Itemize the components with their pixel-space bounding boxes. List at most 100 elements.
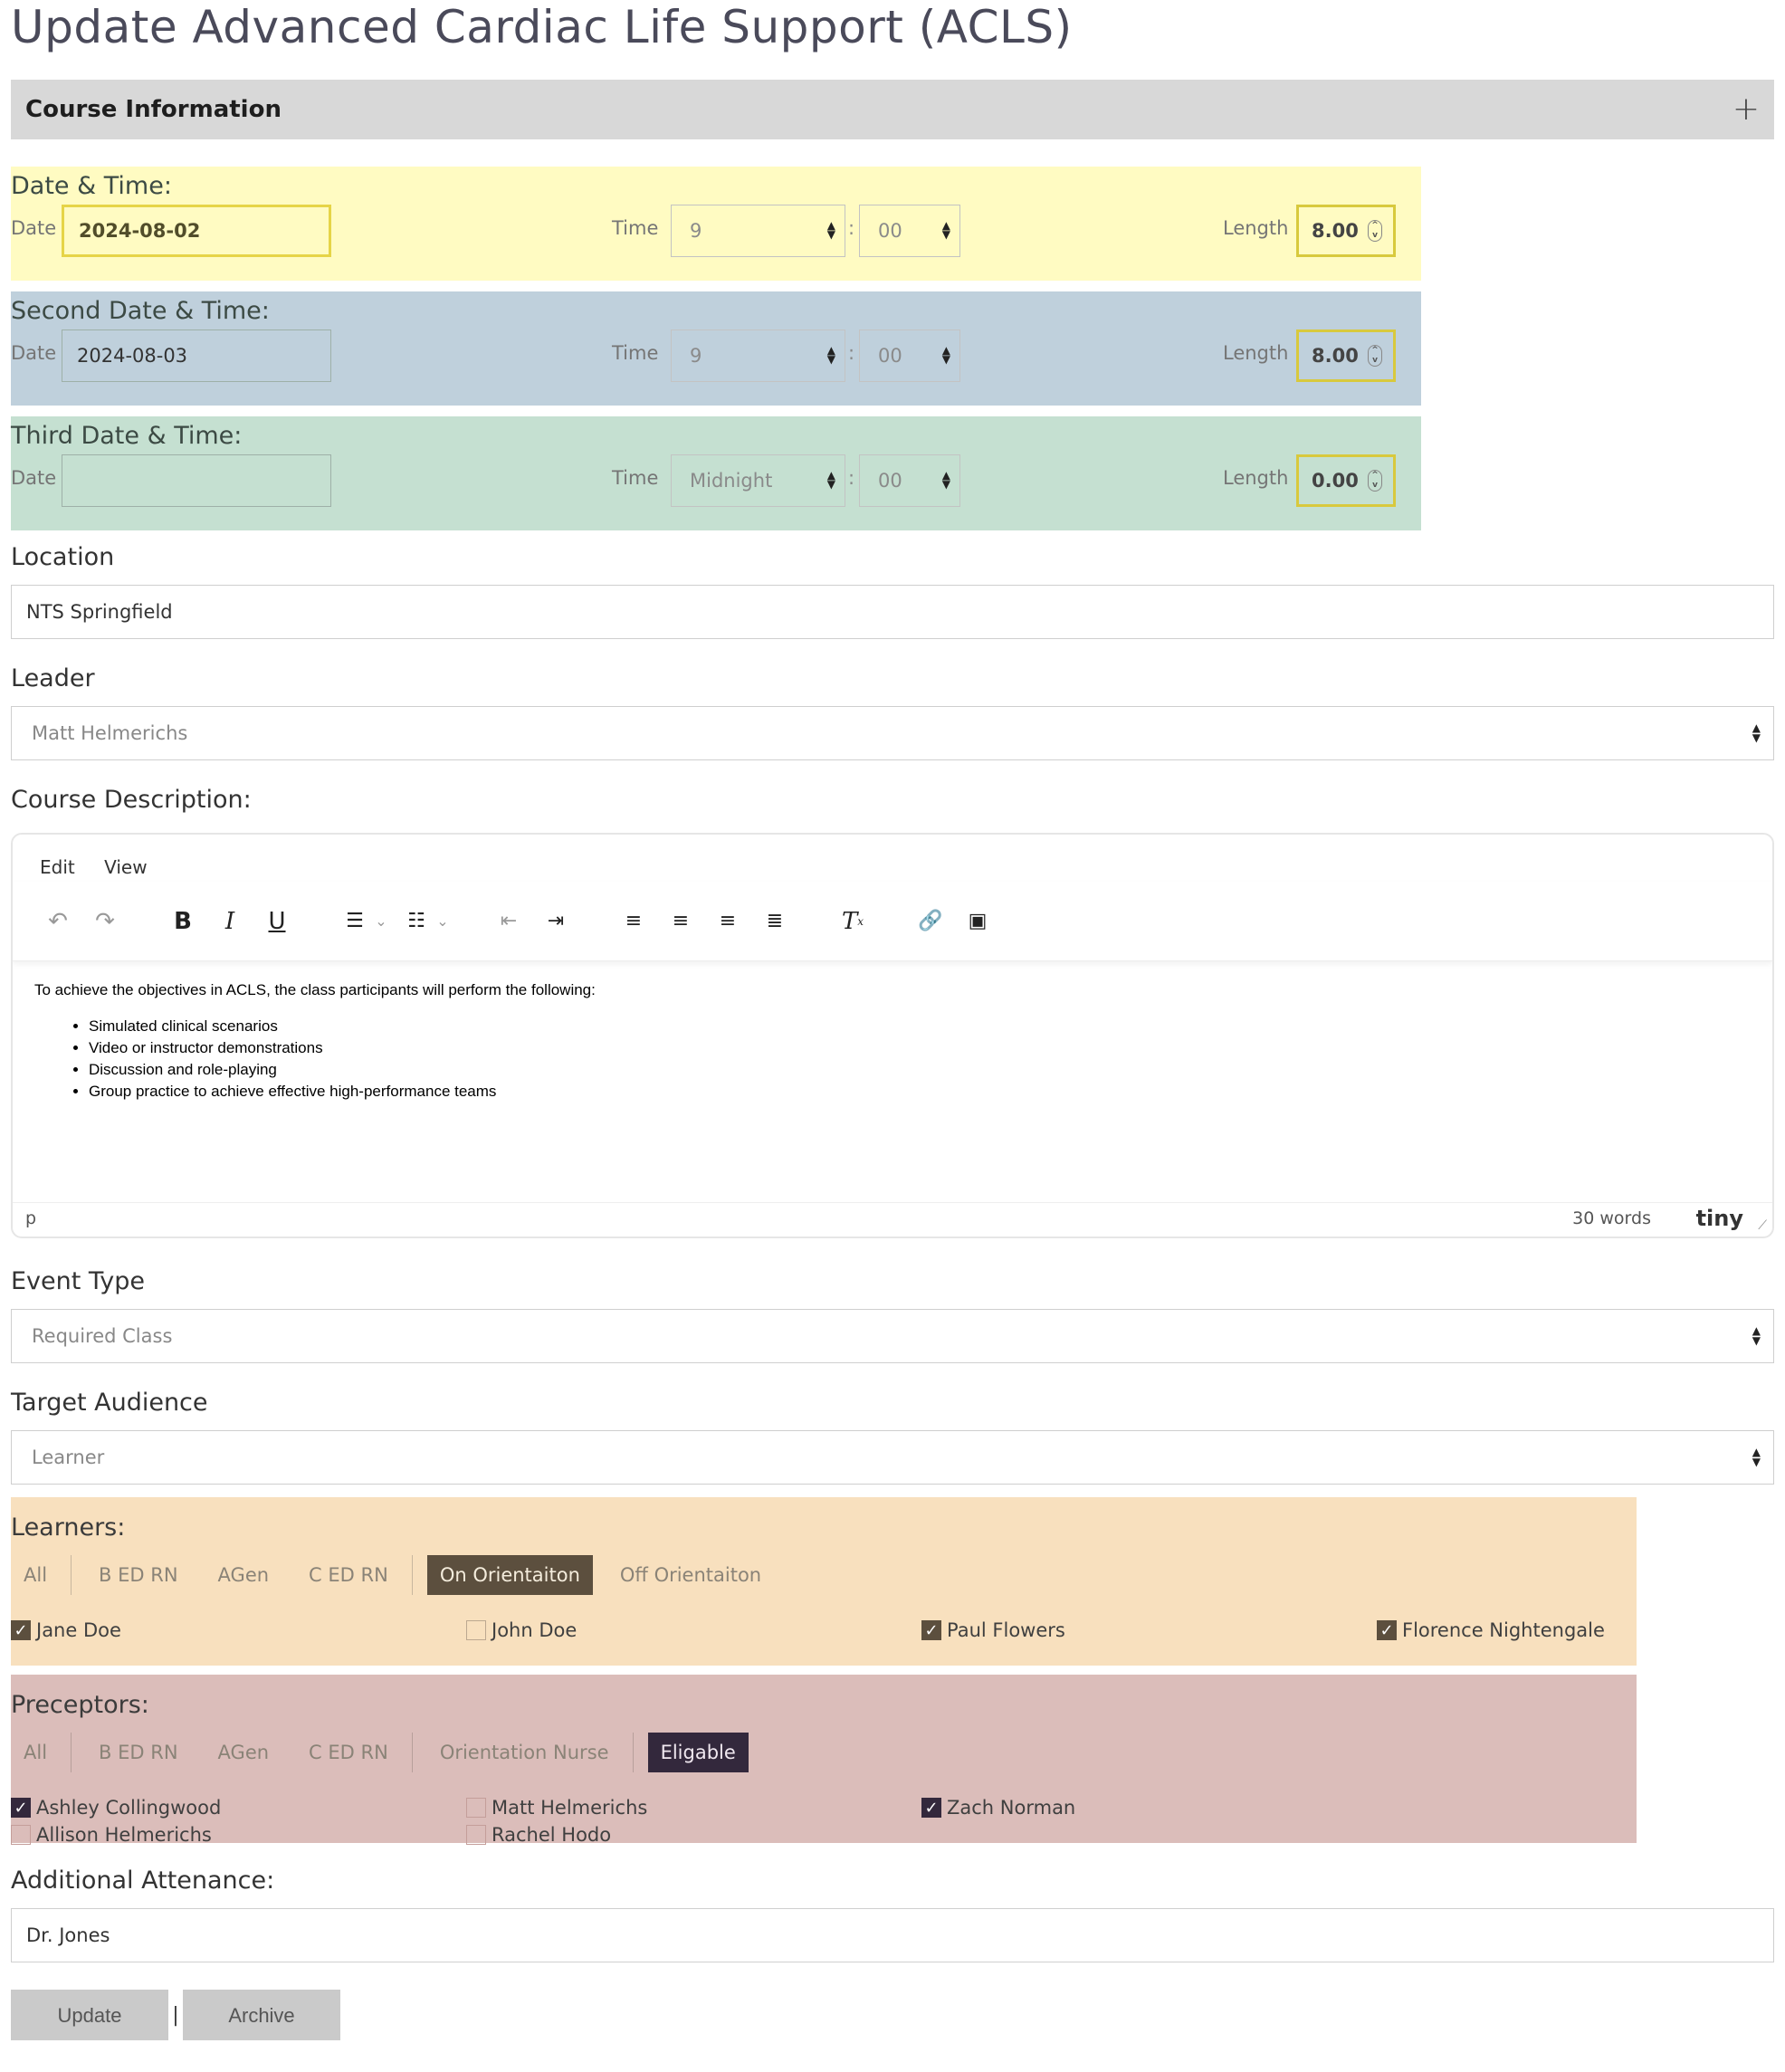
additional-attendance-input[interactable]: Dr. Jones (11, 1908, 1774, 1962)
filter-agen[interactable]: AGen (205, 1733, 282, 1772)
description-list: Simulated clinical scenarios Video or in… (34, 1016, 1751, 1103)
filter-orientation-nurse[interactable]: Orientation Nurse (427, 1733, 634, 1772)
word-count[interactable]: 30 words (1572, 1208, 1651, 1228)
checkbox-empty-icon[interactable] (11, 1825, 31, 1845)
preceptor-checkbox[interactable]: ✓ Zach Norman (921, 1794, 1377, 1821)
length-input[interactable]: 8.00 ^ v (1296, 329, 1396, 382)
minute-select[interactable]: 00 ▲ ▼ (859, 454, 960, 507)
checkbox-checked-icon[interactable]: ✓ (921, 1798, 941, 1818)
align-left-icon[interactable]: ≡ (614, 902, 654, 941)
hour-select[interactable]: Midnight ▲ ▼ (671, 454, 845, 507)
resize-handle-icon[interactable]: ⟋ (1758, 1218, 1767, 1233)
underline-icon[interactable]: U (257, 902, 297, 941)
numbered-list-icon[interactable]: ☰ (335, 902, 375, 941)
length-input[interactable]: 0.00 ^ v (1296, 454, 1396, 507)
preceptor-checkbox[interactable]: Allison Helmerichs (11, 1821, 466, 1848)
align-justify-icon[interactable]: ≣ (755, 902, 795, 941)
checkbox-empty-icon[interactable] (466, 1825, 486, 1845)
checkbox-checked-icon[interactable]: ✓ (921, 1620, 941, 1640)
bold-icon[interactable]: B (163, 902, 203, 941)
target-audience-value: Learner (32, 1447, 105, 1468)
learners-group: Learners: All B ED RN AGen C ED RN On Or… (11, 1497, 1637, 1666)
outdent-icon[interactable]: ⇤ (489, 902, 529, 941)
spinner-icon[interactable]: ^ v (1368, 345, 1382, 367)
filter-all[interactable]: All (11, 1555, 72, 1595)
preceptor-checkbox[interactable]: ✓ Ashley Collingwood (11, 1794, 466, 1821)
element-path[interactable]: p (25, 1208, 36, 1228)
align-center-icon[interactable]: ≡ (661, 902, 701, 941)
target-audience-select[interactable]: Learner ▲ ▼ (11, 1430, 1774, 1485)
date-input[interactable]: 2024-08-02 (62, 205, 331, 257)
expand-icon[interactable]: + (1732, 93, 1760, 126)
checkbox-empty-icon[interactable] (466, 1798, 486, 1818)
indent-icon[interactable]: ⇥ (536, 902, 576, 941)
checkbox-checked-icon[interactable]: ✓ (11, 1620, 31, 1640)
update-button[interactable]: Update (11, 1990, 168, 2040)
editor-menubar: Edit View (13, 835, 1772, 882)
bullet-list-icon[interactable]: ☷ (396, 902, 436, 941)
location-input[interactable]: NTS Springfield (11, 585, 1774, 639)
filter-c-ed-rn[interactable]: C ED RN (296, 1733, 413, 1772)
checkbox-checked-icon[interactable]: ✓ (1377, 1620, 1397, 1640)
date-time-block-2: Second Date & Time: Date 2024-08-03 Time… (11, 291, 1421, 406)
minute-select[interactable]: 00 ▲ ▼ (859, 329, 960, 382)
italic-icon[interactable]: I (210, 902, 250, 941)
filter-on-orientation[interactable]: On Orientaiton (426, 1555, 593, 1595)
date-input[interactable]: 2024-08-03 (62, 329, 331, 382)
learner-checkbox[interactable]: ✓ Jane Doe (11, 1617, 466, 1644)
time-separator: : (848, 342, 855, 364)
list-item: Group practice to achieve effective high… (89, 1081, 1751, 1103)
preceptor-name: Allison Helmerichs (36, 1824, 212, 1846)
hour-select[interactable]: 9 ▲ ▼ (671, 205, 845, 257)
rich-text-editor[interactable]: Edit View ↶ ↷ B I U ☰ ⌄ ☷ ⌄ ⇤ ⇥ ≡ ≡ ≡ ≣ … (11, 833, 1774, 1238)
select-arrows-icon: ▲ ▼ (941, 344, 950, 366)
learner-checkbox[interactable]: ✓ Florence Nightengale (1377, 1617, 1639, 1644)
chevron-down-icon[interactable]: ⌄ (434, 902, 451, 941)
link-icon[interactable]: 🔗 (911, 902, 950, 941)
date-input[interactable] (62, 454, 331, 507)
length-input[interactable]: 8.00 ^ v (1296, 205, 1396, 257)
filter-c-ed-rn[interactable]: C ED RN (296, 1555, 413, 1595)
filter-b-ed-rn[interactable]: B ED RN (86, 1733, 191, 1772)
menu-edit[interactable]: Edit (40, 856, 75, 878)
editor-content[interactable]: To achieve the objectives in ACLS, the c… (13, 961, 1772, 1122)
date-label: Date (11, 467, 57, 489)
page-title: Update Advanced Cardiac Life Support (AC… (11, 1, 1073, 53)
image-icon[interactable]: ▣ (958, 902, 998, 941)
target-audience-label: Target Audience (11, 1389, 208, 1417)
filter-off-orientation[interactable]: Off Orientaiton (607, 1555, 774, 1595)
preceptor-name: Zach Norman (947, 1797, 1076, 1819)
menu-view[interactable]: View (104, 856, 147, 878)
learners-label: Learners: (11, 1513, 126, 1542)
filter-b-ed-rn[interactable]: B ED RN (86, 1555, 191, 1595)
filter-eligable[interactable]: Eligable (647, 1733, 749, 1772)
chevron-down-icon[interactable]: ⌄ (373, 902, 389, 941)
minute-select[interactable]: 00 ▲ ▼ (859, 205, 960, 257)
hour-select[interactable]: 9 ▲ ▼ (671, 329, 845, 382)
learner-checkbox[interactable]: ✓ Paul Flowers (921, 1617, 1377, 1644)
clear-formatting-icon[interactable]: Tx (833, 902, 873, 941)
select-arrows-icon: ▲ ▼ (826, 469, 835, 491)
event-type-select[interactable]: Required Class ▲ ▼ (11, 1309, 1774, 1363)
course-information-header[interactable]: Course Information + (11, 80, 1774, 139)
spinner-icon[interactable]: ^ v (1368, 220, 1382, 242)
filter-all[interactable]: All (11, 1733, 72, 1772)
tiny-logo[interactable]: tiny (1696, 1206, 1743, 1231)
undo-icon[interactable]: ↶ (38, 902, 78, 941)
filter-agen[interactable]: AGen (205, 1555, 282, 1595)
time-label: Time (612, 467, 659, 489)
spinner-icon[interactable]: ^ v (1368, 470, 1382, 492)
preceptors-list: ✓ Ashley Collingwood Matt Helmerichs ✓ Zac… (11, 1794, 1637, 1848)
checkbox-empty-icon[interactable] (466, 1620, 486, 1640)
preceptor-checkbox[interactable]: Rachel Hodo (466, 1821, 921, 1848)
preceptor-checkbox[interactable]: Matt Helmerichs (466, 1794, 921, 1821)
leader-label: Leader (11, 664, 95, 692)
time-separator: : (848, 217, 855, 239)
checkbox-checked-icon[interactable]: ✓ (11, 1798, 31, 1818)
redo-icon[interactable]: ↷ (85, 902, 125, 941)
leader-select[interactable]: Matt Helmerichs ▲ ▼ (11, 706, 1774, 760)
length-label: Length (1223, 467, 1289, 489)
learner-checkbox[interactable]: John Doe (466, 1617, 921, 1644)
archive-button[interactable]: Archive (183, 1990, 340, 2040)
align-right-icon[interactable]: ≡ (708, 902, 748, 941)
